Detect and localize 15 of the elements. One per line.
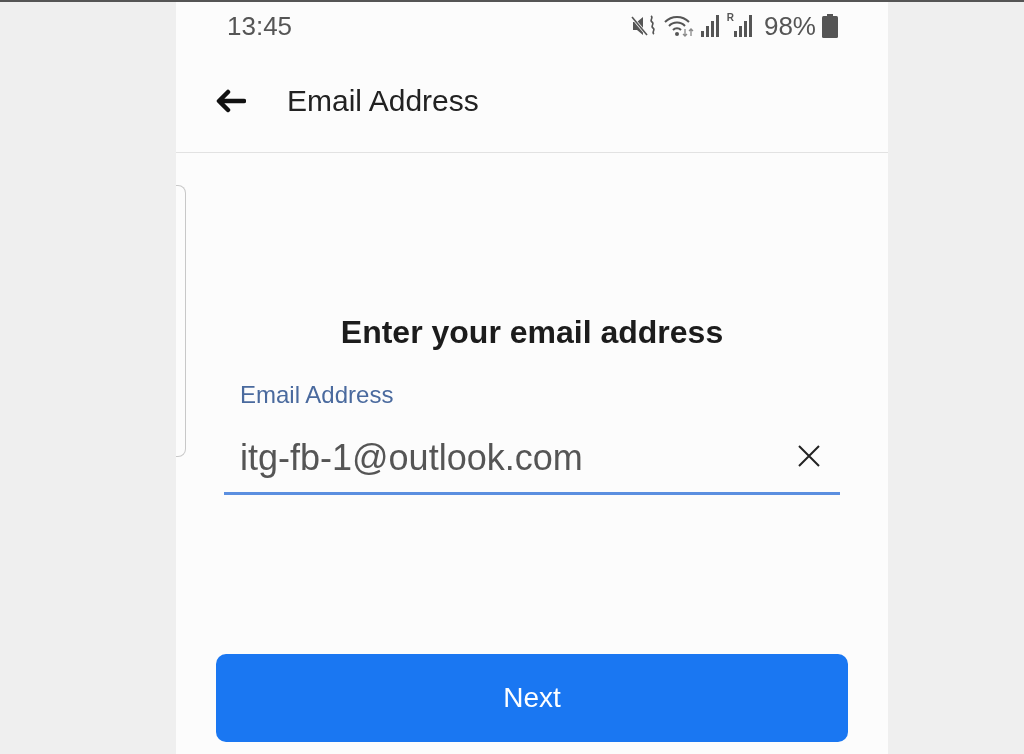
status-time: 13:45 <box>227 13 293 39</box>
battery-percent: 98% <box>763 13 816 39</box>
close-icon <box>797 444 821 468</box>
next-button[interactable]: Next <box>216 654 848 742</box>
signal-icon <box>733 15 754 37</box>
mute-vibrate-icon <box>630 14 657 38</box>
roaming-label: R <box>726 13 734 23</box>
back-arrow-icon <box>214 89 246 113</box>
email-input[interactable]: itg-fb-1@outlook.com <box>224 409 840 495</box>
page-title: Email Address <box>287 83 479 119</box>
field-label: Email Address <box>240 381 394 409</box>
wifi-icon <box>662 14 695 38</box>
signal-icon <box>700 15 721 37</box>
form-heading: Enter your email address <box>340 313 724 352</box>
battery-icon <box>822 14 838 38</box>
